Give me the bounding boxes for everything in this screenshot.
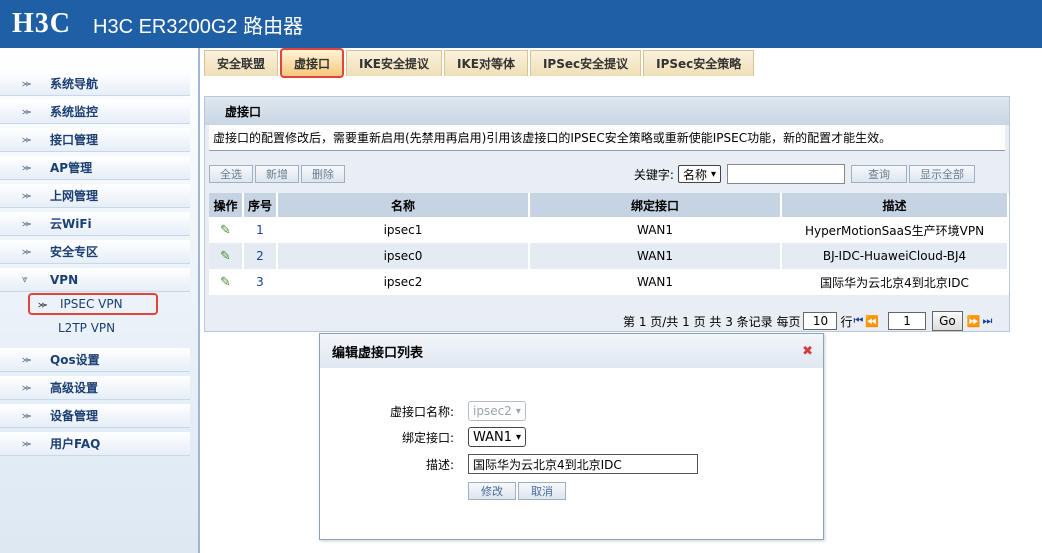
- col-header-interface: 绑定接口: [529, 193, 782, 217]
- chevron-down-icon: ▾: [516, 431, 522, 443]
- virtual-interface-table: 操作 序号 名称 绑定接口 描述 ✎ 1 ipsec1 WAN1 HyperMo…: [209, 193, 1009, 295]
- app-title: H3C ER3200G2 路由器: [93, 15, 304, 38]
- tab-ike-peer[interactable]: IKE对等体: [444, 50, 528, 76]
- tab-security-association[interactable]: 安全联盟: [204, 50, 279, 76]
- expand-arrow-icon: ⪼: [22, 382, 32, 393]
- sidebar-item-vpn[interactable]: ⩔ VPN: [0, 268, 190, 292]
- expand-arrow-icon: ⪼: [22, 106, 32, 117]
- arrow-icon: ⪼: [38, 298, 48, 310]
- page-info: 第 1 页/共 1 页 共 3 条记录 每页: [623, 314, 801, 329]
- sidebar-subitem-l2tp-vpn[interactable]: L2TP VPN: [28, 317, 115, 339]
- expand-arrow-icon: ⪼: [22, 78, 32, 89]
- prev-page-icon[interactable]: ⏪: [865, 315, 879, 328]
- per-page-unit: 行: [840, 314, 853, 329]
- keyword-field-select[interactable]: 名称 ▾: [677, 165, 721, 183]
- tab-virtual-interface[interactable]: 虚接口: [280, 48, 345, 78]
- sidebar-item-ap-mgmt[interactable]: ⪼ AP管理: [0, 156, 190, 180]
- col-header-description: 描述: [781, 193, 1009, 217]
- chevron-down-icon: ▾: [515, 405, 521, 417]
- sidebar-item-system-nav[interactable]: ⪼ 系统导航: [0, 72, 190, 96]
- sidebar-item-cloud-wifi[interactable]: ⪼ 云WiFi: [0, 212, 190, 236]
- tab-ipsec-proposal[interactable]: IPSec安全提议: [529, 50, 642, 76]
- expand-arrow-icon: ⪼: [22, 190, 32, 201]
- per-page-input[interactable]: 10: [803, 312, 838, 330]
- description-input[interactable]: 国际华为云北京4到北京IDC: [468, 454, 698, 474]
- name-row: 虚接口名称: ipsec2 ▾: [320, 400, 825, 422]
- expand-arrow-icon: ⪼: [22, 246, 32, 257]
- show-all-button[interactable]: 显示全部: [909, 165, 975, 183]
- expand-arrow-icon: ⪼: [22, 218, 32, 229]
- cancel-button[interactable]: 取消: [518, 482, 566, 500]
- name-label: 虚接口名称:: [389, 404, 454, 419]
- next-page-icon[interactable]: ⏩: [967, 315, 981, 328]
- last-page-icon[interactable]: ⏭: [982, 314, 992, 328]
- delete-button[interactable]: 删除: [301, 165, 345, 183]
- sidebar: ⪼ 系统导航 ⪼ 系统监控 ⪼ 接口管理 ⪼ AP管理 ⪼ 上网管理 ⪼ 云WiFi ⪼ 安全…: [0, 48, 200, 553]
- panel-title: 虚接口: [205, 97, 1009, 125]
- description-label: 描述:: [425, 457, 454, 472]
- top-header: H3C H3C ER3200G2 路由器: [0, 0, 1042, 48]
- tab-ipsec-policy[interactable]: IPSec安全策略: [643, 50, 755, 76]
- sidebar-item-system-monitor[interactable]: ⪼ 系统监控: [0, 100, 190, 124]
- collapse-arrow-icon: ⩔: [22, 274, 28, 285]
- dialog-buttons: 修改 取消: [320, 480, 825, 502]
- table-row: ✎ 1 ipsec1 WAN1 HyperMotionSaaS生产环境VPN: [209, 217, 1009, 243]
- col-header-seq: 序号: [243, 193, 278, 217]
- edit-pencil-icon[interactable]: ✎: [220, 275, 231, 290]
- sidebar-item-interface-mgmt[interactable]: ⪼ 接口管理: [0, 128, 190, 152]
- name-select: ipsec2 ▾: [468, 401, 526, 421]
- first-page-icon[interactable]: ⏮: [853, 314, 863, 328]
- edit-virtual-interface-dialog: 编辑虚接口列表 ✖ 虚接口名称: ipsec2 ▾ 绑定接口: WAN1 ▾ 描述:…: [319, 333, 824, 540]
- tab-bar: 安全联盟 虚接口 IKE安全提议 IKE对等体 IPSec安全提议 IPSec安…: [204, 48, 756, 78]
- go-button[interactable]: Go: [932, 311, 963, 331]
- col-header-action: 操作: [209, 193, 244, 217]
- table-header-row: 操作 序号 名称 绑定接口 描述: [209, 193, 1009, 217]
- virtual-interface-panel: 虚接口 虚接口的配置修改后，需要重新启用(先禁用再启用)引用该虚接口的IPSEC…: [204, 96, 1010, 332]
- keyword-label: 关键字:: [633, 167, 674, 182]
- h3c-logo: H3C: [12, 8, 71, 39]
- chevron-down-icon: ▾: [710, 168, 716, 180]
- sidebar-item-advanced[interactable]: ⪼ 高级设置: [0, 376, 190, 400]
- modify-button[interactable]: 修改: [468, 482, 516, 500]
- expand-arrow-icon: ⪼: [22, 410, 32, 421]
- sidebar-item-device-mgmt[interactable]: ⪼ 设备管理: [0, 404, 190, 428]
- expand-arrow-icon: ⪼: [22, 162, 32, 173]
- pagination: 第 1 页/共 1 页 共 3 条记录 每页 10 行 ⏮ ⏪ 1 Go ⏩ ⏭: [623, 311, 993, 331]
- sidebar-item-security[interactable]: ⪼ 安全专区: [0, 240, 190, 264]
- tab-ike-proposal[interactable]: IKE安全提议: [346, 50, 442, 76]
- dialog-title: 编辑虚接口列表: [320, 334, 823, 368]
- interface-select[interactable]: WAN1 ▾: [468, 427, 527, 447]
- table-row: ✎ 2 ipsec0 WAN1 BJ-IDC-HuaweiCloud-BJ4: [209, 243, 1009, 269]
- close-icon[interactable]: ✖: [802, 344, 813, 359]
- table-row: ✎ 3 ipsec2 WAN1 国际华为云北京4到北京IDC: [209, 269, 1009, 295]
- sidebar-item-internet-mgmt[interactable]: ⪼ 上网管理: [0, 184, 190, 208]
- interface-row: 绑定接口: WAN1 ▾: [320, 426, 825, 448]
- edit-pencil-icon[interactable]: ✎: [220, 223, 231, 238]
- expand-arrow-icon: ⪼: [22, 438, 32, 449]
- sidebar-item-user-faq[interactable]: ⪼ 用户FAQ: [0, 432, 190, 456]
- interface-label: 绑定接口:: [401, 430, 454, 445]
- expand-arrow-icon: ⪼: [22, 354, 32, 365]
- query-button[interactable]: 查询: [851, 165, 907, 183]
- sidebar-item-qos[interactable]: ⪼ Qos设置: [0, 348, 190, 372]
- expand-arrow-icon: ⪼: [22, 134, 32, 145]
- list-toolbar: 全选 新增 删除 关键字: 名称 ▾ 查询 显示全部: [209, 163, 1005, 185]
- select-all-button[interactable]: 全选: [209, 165, 253, 183]
- edit-pencil-icon[interactable]: ✎: [220, 249, 231, 264]
- sidebar-subitem-ipsec-vpn[interactable]: ⪼ IPSEC VPN: [28, 293, 158, 315]
- page-number-input[interactable]: 1: [888, 312, 927, 330]
- config-notice: 虚接口的配置修改后，需要重新启用(先禁用再启用)引用该虚接口的IPSEC安全策略…: [209, 125, 1005, 151]
- description-row: 描述: 国际华为云北京4到北京IDC: [320, 453, 825, 475]
- col-header-name: 名称: [277, 193, 530, 217]
- add-button[interactable]: 新增: [255, 165, 299, 183]
- keyword-input[interactable]: [727, 164, 845, 184]
